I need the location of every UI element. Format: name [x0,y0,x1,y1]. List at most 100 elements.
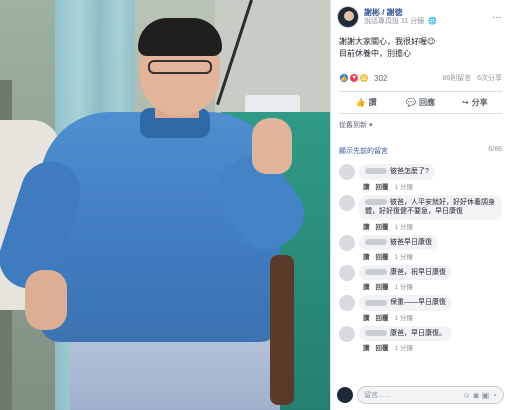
commenter-name[interactable] [365,269,387,276]
share-arrow-icon: ↪ [461,98,469,108]
comment-bubble: 保重——早日康復 [359,295,452,311]
comment-body: 彼爸怎麼了? 讚回覆 1 分鐘 [359,164,502,191]
comment-item: 康爸，祝早日康復 讚回覆 1 分鐘 [339,264,502,291]
comment-meta: 讚回覆 1 分鐘 [359,251,502,261]
comment-bubble: 彼爸，人平安就好，好好休養調身體，好好復健不要急，早日康復 [359,194,502,220]
comment-reply-link[interactable]: 回覆 [376,224,389,231]
comment-bubble: 彼爸早日康復 [359,234,438,250]
gif-icon[interactable]: ▣ [482,391,490,400]
previous-comments-row: 顯示先前的留言 6/86 [331,134,510,160]
post-photo[interactable] [0,0,330,410]
comment-time[interactable]: 1 分鐘 [395,315,413,322]
comment-body: 保重——早日康復 讚回覆 1 分鐘 [359,295,502,322]
comment-composer: 留言…… ☺ ◙ ▣ ◔ [337,386,504,404]
sort-label: 從舊到新 [339,122,367,130]
comment-item: 彼爸早日康復 讚回覆 1 分鐘 [339,234,502,261]
facebook-post-panel: 謝彬 / 謝徳 說話專頁設 11 分鐘 🌐 ··· 謝謝大家關心，我很好喔😉 目… [330,0,510,410]
camera-icon[interactable]: ◙ [474,391,479,400]
comment-reply-link[interactable]: 回覆 [376,315,389,322]
sticker-icon[interactable]: ◔ [492,391,497,400]
commenter-avatar[interactable] [339,194,355,211]
comment-reply-link[interactable]: 回覆 [376,184,389,191]
comment-list: 彼爸怎麼了? 讚回覆 1 分鐘 彼爸，人平安就好，好好休養調身體，好好復健不要急，… [331,164,510,352]
like-button[interactable]: 👍 讚 [339,92,393,113]
commenter-avatar[interactable] [339,295,355,312]
comment-input[interactable]: 留言…… ☺ ◙ ▣ ◔ [357,386,504,404]
comment-like-link[interactable]: 讚 [363,284,370,291]
view-previous-comments-link[interactable]: 顯示先前的留言 [339,146,388,156]
commenter-avatar[interactable] [339,164,355,181]
comment-reply-link[interactable]: 回覆 [376,284,389,291]
post-text: 謝謝大家關心，我很好喔😉 目前休養中，別擔心 [331,32,510,63]
comment-page-count: 6/86 [488,146,502,154]
comment-time[interactable]: 1 分鐘 [395,184,413,191]
comment-item: 彼爸怎麼了? 讚回覆 1 分鐘 [339,164,502,191]
comment-bubble: 彼爸怎麼了? [359,164,435,180]
comment-meta: 讚回覆 1 分鐘 [359,281,502,291]
comment-time[interactable]: 1 分鐘 [395,284,413,291]
comment-item: 康爸，早日康復。 讚回覆 1 分鐘 [339,325,502,352]
person-glasses [148,60,212,74]
comment-body: 彼爸早日康復 讚回覆 1 分鐘 [359,234,502,261]
thumbs-up-icon: 👍 [355,98,366,108]
haha-reaction-icon[interactable]: 😆 [359,73,369,84]
commenter-avatar[interactable] [339,264,355,281]
post-text-line-1: 謝謝大家關心，我很好喔😉 [339,37,436,46]
like-reaction-icon[interactable]: 👍 [339,73,349,84]
share-button-label: 分享 [471,98,488,108]
share-button[interactable]: ↪ 分享 [448,92,502,113]
comment-body: 彼爸，人平安就好，好好休養調身體，好好復健不要急，早日康復 讚回覆 1 分鐘 [359,194,502,231]
comment-time[interactable]: 1 分鐘 [395,254,413,261]
comment-text: 康爸，早日康復。 [390,329,446,337]
post-text-line-2: 目前休養中，別擔心 [339,48,411,58]
comment-reply-link[interactable]: 回覆 [376,345,389,352]
reaction-count[interactable]: 302 [374,74,387,83]
comment-like-link[interactable]: 讚 [363,224,370,231]
comment-like-link[interactable]: 讚 [363,315,370,322]
comment-sort-dropdown[interactable]: 從舊到新 ▾ [331,114,510,134]
commenter-avatar[interactable] [339,234,355,251]
emoji-icon[interactable]: ☺ [463,391,471,400]
comment-button[interactable]: 💬 回應 [393,92,447,113]
author-name[interactable]: 謝彬 / 謝徳 [364,8,485,18]
comment-body: 康爸，祝早日康復 讚回覆 1 分鐘 [359,264,502,291]
comment-like-link[interactable]: 讚 [363,254,370,261]
comment-text: 彼爸怎麼了? [390,168,429,176]
comment-like-link[interactable]: 讚 [363,184,370,191]
comment-input-placeholder: 留言…… [364,392,392,399]
commenter-name[interactable] [365,299,387,306]
comment-time[interactable]: 1 分鐘 [395,224,413,231]
comment-bubble: 康爸，早日康復。 [359,325,452,342]
engagement-counts: 86則留言 6次分享 [438,73,502,83]
comment-like-link[interactable]: 讚 [363,345,370,352]
comment-count[interactable]: 86則留言 [442,75,471,82]
comment-reply-link[interactable]: 回覆 [376,254,389,261]
comment-body: 康爸，早日康復。 讚回覆 1 分鐘 [359,325,502,352]
comment-text: 彼爸早日康復 [390,238,432,246]
post-action-bar: 👍 讚 💬 回應 ↪ 分享 [339,91,502,115]
like-button-label: 讚 [368,98,377,108]
ellipsis-icon[interactable]: ··· [490,12,504,23]
globe-icon: 🌐 [428,17,437,25]
commenter-name[interactable] [365,168,387,175]
commenter-avatar[interactable] [339,325,355,342]
comment-text: 康爸，祝早日康復 [390,268,446,276]
reaction-stats: 👍 ♥ 😆 302 86則留言 6次分享 [331,63,510,87]
author-avatar[interactable] [337,6,359,28]
my-avatar [337,387,353,403]
share-count[interactable]: 6次分享 [477,75,502,82]
post-header: 謝彬 / 謝徳 說話專頁設 11 分鐘 🌐 ··· [331,0,510,32]
speech-bubble-icon: 💬 [406,98,416,108]
commenter-name[interactable] [365,198,387,205]
comment-time[interactable]: 1 分鐘 [395,345,413,352]
commenter-name[interactable] [365,238,387,245]
comment-meta: 讚回覆 1 分鐘 [359,221,502,231]
page-label[interactable]: 說話專頁設 [364,18,399,25]
heart-reaction-icon[interactable]: ♥ [349,73,359,84]
comment-item: 彼爸，人平安就好，好好休養調身體，好好復健不要急，早日康復 讚回覆 1 分鐘 [339,194,502,231]
person-hair [138,18,222,56]
chevron-down-icon: ▾ [368,122,373,130]
commenter-name[interactable] [365,329,387,336]
post-time[interactable]: 11 分鐘 [401,18,424,25]
comment-bubble: 康爸，祝早日康復 [359,264,452,281]
